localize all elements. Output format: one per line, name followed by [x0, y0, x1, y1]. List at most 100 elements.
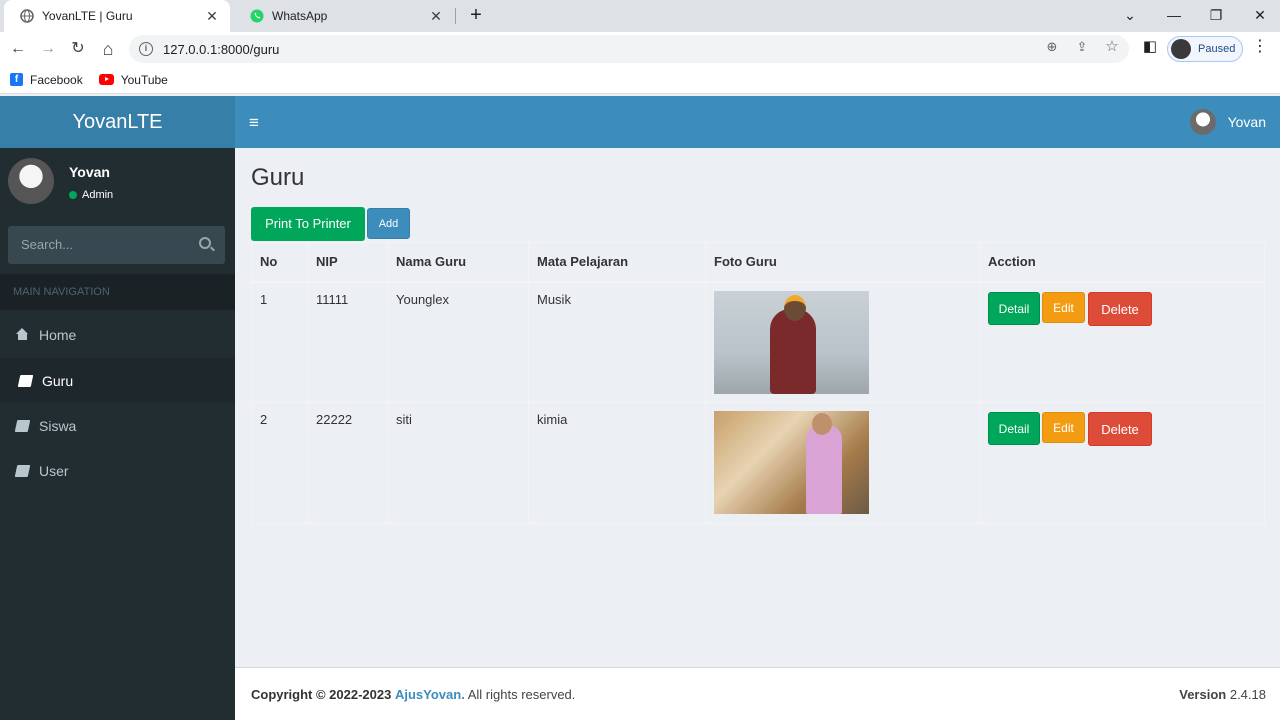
column-header: No [251, 242, 308, 283]
search-icon[interactable] [199, 237, 211, 249]
top-navbar: ≡ Yovan [235, 96, 1280, 148]
user-name: Yovan [69, 164, 110, 180]
whatsapp-icon [250, 9, 264, 23]
share-icon[interactable]: ⇪ [1074, 39, 1090, 55]
book-icon [17, 374, 34, 387]
edit-button[interactable]: Edit [1042, 412, 1085, 443]
delete-button[interactable]: Delete [1088, 412, 1152, 446]
browser-tab-bar: YovanLTE | Guru ✕ WhatsApp ✕ + ⌄ — ❐ ✕ [0, 0, 1280, 32]
sidebar-item-guru[interactable]: Guru [0, 358, 235, 403]
bookmark-facebook[interactable]: f Facebook [10, 73, 83, 87]
profile-button[interactable]: Paused [1167, 36, 1243, 62]
close-tab-icon[interactable]: ✕ [428, 8, 444, 25]
close-window-button[interactable]: ✕ [1238, 0, 1280, 32]
avatar [1171, 39, 1191, 59]
reload-button[interactable]: ↻ [66, 37, 90, 61]
globe-icon [20, 9, 34, 23]
sidebar-header: MAIN NAVIGATION [0, 274, 235, 310]
table-row: 2 22222 siti kimia Detail Edit Delete [251, 402, 1265, 524]
cell-nip: 22222 [307, 402, 388, 524]
cell-no: 2 [251, 402, 308, 524]
sidebar-item-user[interactable]: User [0, 448, 235, 493]
cell-actions: Detail Edit Delete [979, 402, 1265, 524]
version-number: 2.4.18 [1229, 687, 1266, 702]
sidebar-item-siswa[interactable]: Siswa [0, 403, 235, 448]
back-button[interactable]: ← [6, 37, 30, 61]
youtube-icon [98, 74, 114, 85]
zoom-icon[interactable]: ⊕ [1044, 39, 1060, 55]
table-header-row: No NIP Nama Guru Mata Pelajaran Foto Gur… [251, 242, 1265, 283]
url-text: 127.0.0.1:8000/guru [163, 41, 280, 57]
facebook-icon: f [10, 73, 23, 86]
restore-button[interactable]: ❐ [1194, 0, 1238, 32]
new-tab-button[interactable]: + [464, 4, 488, 28]
column-header: Mata Pelajaran [528, 242, 706, 283]
detail-button[interactable]: Detail [988, 291, 1040, 325]
search-placeholder: Search... [21, 237, 74, 252]
address-bar[interactable]: i 127.0.0.1:8000/guru [129, 35, 1129, 63]
site-info-icon[interactable]: i [139, 42, 153, 56]
close-tab-icon[interactable]: ✕ [204, 8, 220, 25]
copyright-text: Copyright © 2022-2023 [251, 687, 392, 702]
cell-no: 1 [251, 281, 308, 403]
side-panel-icon[interactable]: ◧ [1142, 39, 1158, 55]
teacher-photo [714, 290, 869, 394]
bookmark-youtube[interactable]: YouTube [98, 72, 168, 87]
tab-title: WhatsApp [272, 9, 328, 23]
tab-title: YovanLTE | Guru [42, 9, 133, 23]
book-icon [14, 419, 31, 432]
cell-mapel: kimia [528, 402, 706, 524]
detail-button[interactable]: Detail [988, 412, 1040, 445]
sidebar-item-label: Home [39, 326, 77, 343]
table-row: 1 11111 Younglex Musik Detail Edit Delete [251, 281, 1265, 403]
cell-nama: siti [387, 402, 529, 524]
tab-yovanlte-guru[interactable]: YovanLTE | Guru ✕ [4, 0, 230, 32]
user-status: Admin [69, 189, 113, 201]
book-icon [14, 464, 31, 477]
footer-copyright: Copyright © 2022-2023 AjusYovan. All rig… [251, 687, 575, 702]
sidebar-item-label: User [39, 462, 69, 479]
footer: Copyright © 2022-2023 AjusYovan. All rig… [235, 667, 1280, 720]
forward-button[interactable]: → [36, 37, 60, 61]
print-button[interactable]: Print To Printer [251, 207, 365, 241]
guru-table: No NIP Nama Guru Mata Pelajaran Foto Gur… [251, 242, 1265, 524]
sidebar-toggle-icon[interactable]: ≡ [249, 113, 259, 133]
delete-button[interactable]: Delete [1088, 291, 1152, 326]
cell-foto [705, 281, 980, 403]
cell-actions: Detail Edit Delete [979, 281, 1265, 403]
nav-user-name: Yovan [1227, 114, 1266, 130]
user-menu[interactable]: Yovan [1189, 109, 1266, 135]
profile-status: Paused [1198, 43, 1236, 55]
sidebar-item-home[interactable]: Home [0, 312, 235, 357]
tab-separator [455, 8, 456, 24]
bookmark-star-icon[interactable]: ☆ [1104, 39, 1120, 55]
tab-search-icon[interactable]: ⌄ [1108, 0, 1152, 32]
minimize-button[interactable]: — [1152, 0, 1196, 32]
version-label: Version [1179, 687, 1227, 702]
home-icon [16, 327, 29, 341]
user-role: Admin [82, 189, 114, 201]
browser-menu-icon[interactable]: ⋮ [1252, 39, 1268, 55]
tab-whatsapp[interactable]: WhatsApp ✕ [234, 0, 454, 32]
cell-foto [705, 402, 980, 524]
sidebar-item-label: Guru [42, 372, 74, 389]
add-button[interactable]: Add [367, 208, 410, 239]
bookmark-label: YouTube [120, 72, 168, 87]
column-header: Acction [979, 242, 1265, 283]
sidebar-item-label: Siswa [39, 417, 77, 434]
page-title: Guru [251, 164, 305, 191]
footer-brand-link[interactable]: AjusYovan. [395, 687, 465, 702]
edit-button[interactable]: Edit [1042, 291, 1085, 323]
column-header: NIP [307, 242, 388, 283]
column-header: Foto Guru [705, 242, 980, 283]
teacher-photo [714, 411, 869, 514]
online-dot-icon [69, 191, 77, 199]
user-panel: Yovan Admin [0, 148, 235, 216]
column-header: Nama Guru [387, 242, 529, 283]
bookmarks-bar: f Facebook YouTube [0, 66, 1280, 94]
sidebar-search-input[interactable]: Search... [8, 226, 225, 264]
home-button[interactable]: ⌂ [96, 37, 120, 61]
rights-text: All rights reserved. [467, 687, 576, 702]
footer-version: Version 2.4.18 [1179, 687, 1266, 702]
app-logo[interactable]: YovanLTE [0, 96, 235, 148]
